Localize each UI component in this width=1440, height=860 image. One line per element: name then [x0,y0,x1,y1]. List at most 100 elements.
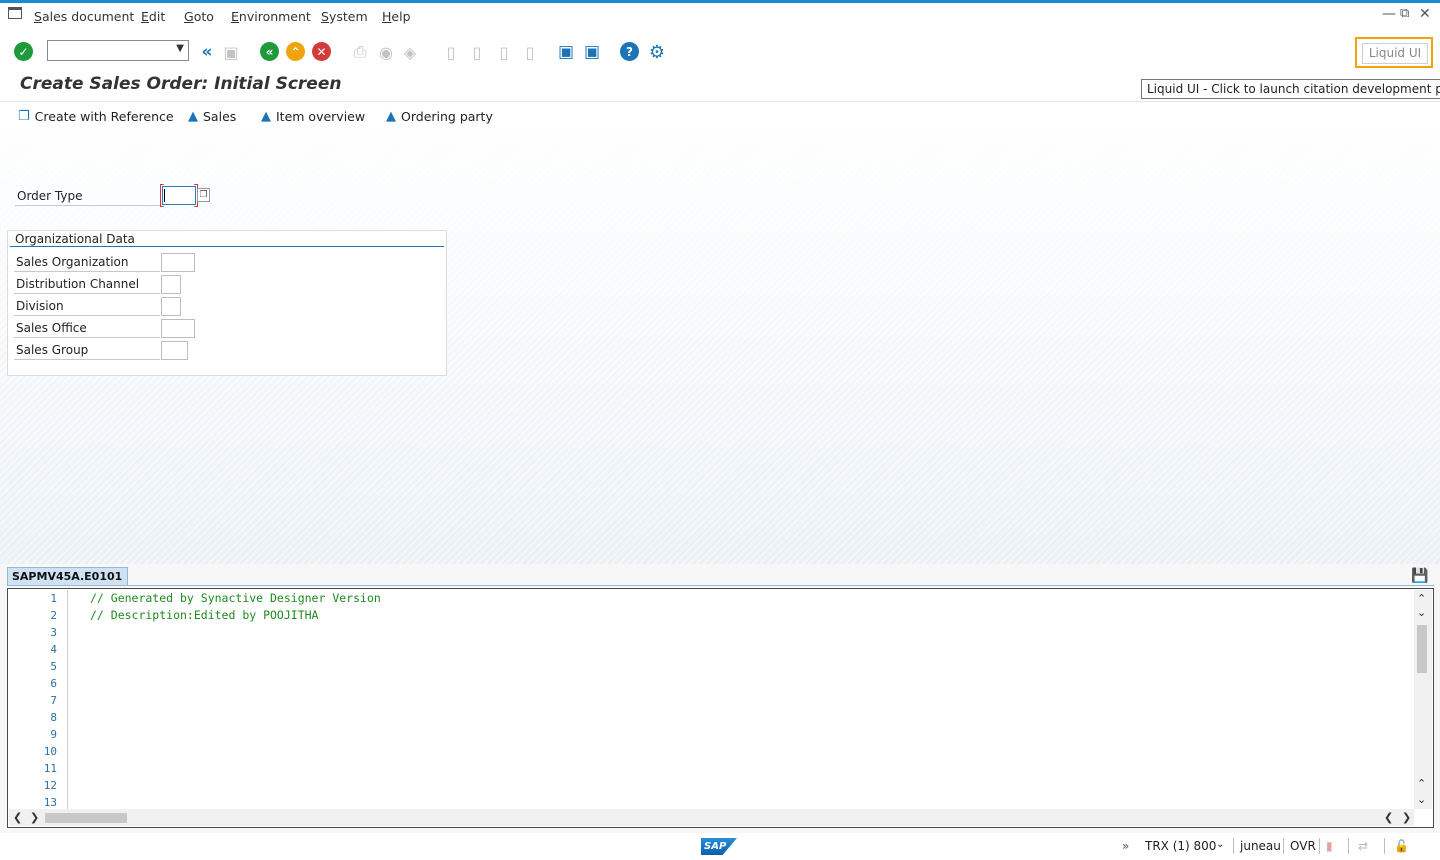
menu-environment[interactable]: Environment [231,9,311,24]
mountain-icon: ▲ [188,109,198,124]
status-separator [1283,838,1284,854]
menu-sales-document[interactable]: Sales document [34,9,134,24]
value-help-icon[interactable]: ❐ [197,188,210,202]
scroll-right-icon[interactable]: ❯ [1402,811,1411,824]
command-field[interactable]: ▼ [47,40,189,61]
order-type-underline [15,205,160,206]
help-icon[interactable]: ? [620,42,639,61]
line-number: 11 [43,762,57,775]
division-label: Division [16,299,64,313]
liquid-ui-button[interactable]: Liquid UI [1355,37,1433,68]
field-underline [14,359,160,360]
item-overview-label: Item overview [276,109,366,124]
line-number: 3 [50,626,57,639]
status-separator [1233,838,1234,854]
menu-system[interactable]: System [321,9,368,24]
distribution-channel-input[interactable] [161,275,181,294]
code-line[interactable]: // Description:Edited by POOJITHA [90,608,318,622]
menu-bar: Sales document Edit Goto Environment Sys… [0,3,1440,29]
scroll-left-icon[interactable]: ❮ [1384,811,1393,824]
page-title: Create Sales Order: Initial Screen [20,74,342,94]
sales-group-input[interactable] [161,341,188,360]
system-info: TRX (1) 800 [1145,839,1217,853]
next-page-icon: ▯ [499,42,509,62]
application-toolbar: ❐ Create with Reference ▲ Sales ▲ Item o… [0,101,1440,135]
lock-icon[interactable]: 🔓 [1394,839,1409,853]
line-number: 6 [50,677,57,690]
create-session-icon[interactable]: ▣ [556,42,576,62]
performance-icon: ▮ [1326,839,1333,853]
field-underline [14,293,160,294]
code-line[interactable]: // Generated by Synactive Designer Versi… [90,591,381,605]
line-number: 5 [50,660,57,673]
scroll-bottom-icon[interactable]: ⌄ [1417,793,1426,806]
mountain-icon: ▲ [261,109,271,124]
line-number: 13 [43,796,57,809]
customize-layout-icon[interactable]: ⚙ [647,42,667,63]
code-editor[interactable] [7,588,1434,828]
save-script-icon[interactable]: 💾 [1410,567,1430,585]
text-cursor [164,189,165,202]
distribution-channel-label: Distribution Channel [16,277,140,291]
scroll-right-icon[interactable]: ❯ [30,811,39,824]
exit-icon[interactable]: ⌃ [286,42,305,61]
field-underline [14,271,160,272]
line-number: 4 [50,643,57,656]
previous-page-icon: ▯ [472,42,482,62]
sales-organization-label: Sales Organization [16,255,129,269]
last-page-icon: ▯ [525,42,535,62]
sales-organization-input[interactable] [161,253,195,272]
shortcut-icon[interactable]: ▣ [582,42,602,62]
find-icon: ◉ [379,42,393,62]
enter-icon[interactable]: ✓ [14,42,33,61]
line-number: 2 [50,609,57,622]
line-number: 9 [50,728,57,741]
expand-status-icon[interactable]: » [1122,839,1129,853]
sales-office-input[interactable] [161,319,195,338]
sales-label: Sales [203,109,237,124]
menu-edit[interactable]: Edit [141,9,165,24]
close-icon[interactable]: ✕ [1419,6,1431,22]
copy-icon: ❐ [18,109,30,124]
back-nav-icon[interactable]: « [197,42,217,62]
create-with-reference-label: Create with Reference [34,109,174,124]
tab-script-file[interactable]: SAPMV45A.E0101 [7,567,128,586]
scroll-up-icon[interactable]: ⌄ [1417,606,1426,619]
create-with-reference-button[interactable]: ❐ Create with Reference [18,109,174,124]
chevron-down-icon[interactable]: ▼ [176,43,184,54]
menu-goto[interactable]: Goto [184,9,214,24]
status-separator [1348,838,1349,854]
field-underline [14,337,160,338]
line-number: 10 [43,745,57,758]
item-overview-button[interactable]: ▲ Item overview [261,109,365,124]
system-toolbar: ✓ « ▣ « ⌃ ✕ ⎙ ◉ ◈ ▯ ▯ ▯ ▯ ▣ ▣ ? ⚙ [0,34,1440,70]
status-separator [1384,838,1385,854]
cancel-icon[interactable]: ✕ [312,42,331,61]
tab-divider [7,585,1434,586]
menu-help[interactable]: Help [382,9,411,24]
scroll-down-icon[interactable]: ⌃ [1417,777,1426,790]
sales-button[interactable]: ▲ Sales [188,109,236,124]
chevron-down-icon[interactable]: ⌄ [1216,839,1224,850]
horizontal-scrollbar[interactable] [9,809,1414,826]
sales-group-label: Sales Group [16,343,89,357]
user-name: juneau [1240,839,1281,853]
horizontal-scroll-thumb[interactable] [45,813,127,823]
menu-icon[interactable] [8,7,22,19]
scroll-top-icon[interactable]: ⌃ [1417,592,1426,605]
sales-office-label: Sales Office [16,321,87,335]
minimize-icon[interactable]: — [1382,6,1396,22]
save-icon: ▣ [223,42,239,62]
restore-icon[interactable]: ⧉ [1400,6,1409,21]
back-icon[interactable]: « [260,42,279,61]
order-type-input[interactable] [162,186,196,205]
network-icon: ⇄ [1358,839,1369,853]
find-next-icon: ◈ [403,42,417,62]
field-underline [14,315,160,316]
ordering-party-button[interactable]: ▲ Ordering party [386,109,493,124]
division-input[interactable] [161,297,181,316]
order-type-label: Order Type [17,189,83,203]
line-number: 12 [43,779,57,792]
scroll-left-icon[interactable]: ❮ [13,811,22,824]
vertical-scroll-thumb[interactable] [1417,625,1427,673]
